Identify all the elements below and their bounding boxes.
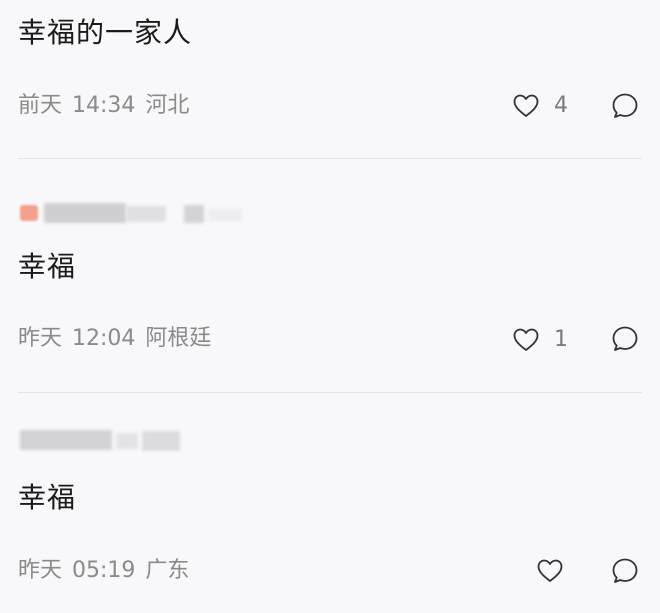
like-button[interactable]: 1 <box>512 326 568 354</box>
comment-text: 幸福 <box>18 250 77 283</box>
reply-button[interactable] <box>610 91 640 121</box>
comment-meta: 前天 14:34 河北 <box>18 92 199 120</box>
speech-bubble-outline-icon <box>610 91 640 121</box>
comment-time: 12:04 <box>72 326 136 351</box>
comment-day: 前天 <box>18 93 63 118</box>
heart-outline-icon <box>512 327 540 353</box>
comment-day: 昨天 <box>18 326 63 351</box>
comment-meta: 昨天 12:04 阿根廷 <box>18 325 221 353</box>
heart-outline-icon <box>512 93 540 119</box>
comment-text: 幸福 <box>18 481 77 514</box>
heart-outline-icon <box>536 558 564 584</box>
username-blurred[interactable] <box>44 203 126 223</box>
comment-item: 幸福 昨天 05:19 广东 <box>0 393 660 613</box>
comment-text: 幸福的一家人 <box>18 16 193 49</box>
speech-bubble-outline-icon <box>610 324 640 354</box>
username-blurred <box>116 433 138 449</box>
username-blurred <box>142 431 180 451</box>
username-blurred <box>126 206 166 222</box>
like-button[interactable] <box>536 558 578 584</box>
speech-bubble-outline-icon <box>610 556 640 586</box>
comment-location: 河北 <box>145 93 190 118</box>
reply-button[interactable] <box>610 556 640 586</box>
comment-item: 幸福 昨天 12:04 阿根廷 1 <box>0 159 660 393</box>
comment-time: 14:34 <box>72 93 136 118</box>
avatar[interactable] <box>20 205 38 221</box>
comment-location: 广东 <box>145 558 190 583</box>
comment-list: 幸福的一家人 前天 14:34 河北 4 幸福 昨天 12:04 阿根廷 1 幸… <box>0 0 660 613</box>
comment-day: 昨天 <box>18 558 63 583</box>
comment-item: 幸福的一家人 前天 14:34 河北 4 <box>0 0 660 159</box>
username-blurred <box>184 205 204 223</box>
like-button[interactable]: 4 <box>512 92 568 120</box>
comment-location: 阿根廷 <box>145 326 212 351</box>
comment-meta: 昨天 05:19 广东 <box>18 557 199 585</box>
username-row <box>18 201 248 227</box>
username-blurred <box>208 209 242 221</box>
username-blurred[interactable] <box>20 430 112 450</box>
comment-time: 05:19 <box>72 558 136 583</box>
like-count: 1 <box>554 327 568 352</box>
username-row <box>18 428 188 454</box>
reply-button[interactable] <box>610 324 640 354</box>
like-count: 4 <box>554 93 568 118</box>
